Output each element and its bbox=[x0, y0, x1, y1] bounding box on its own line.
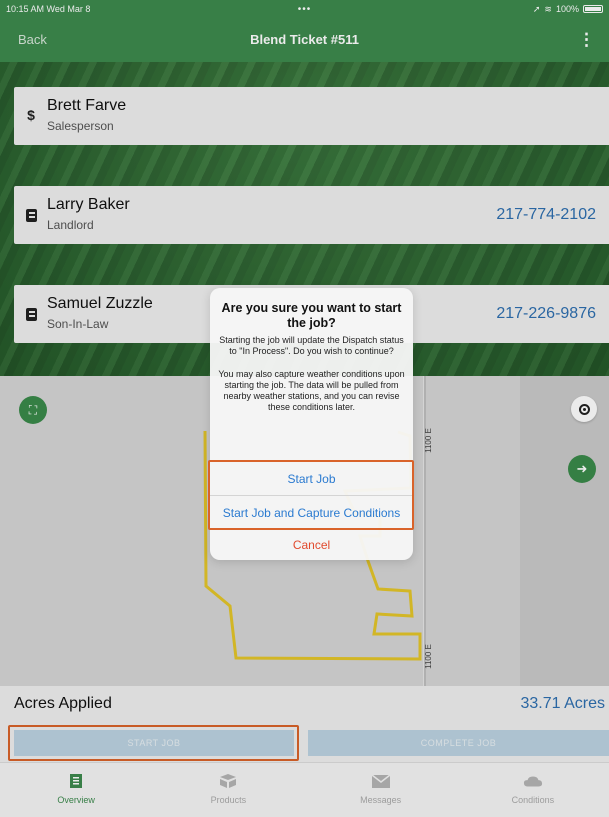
dialog-buttons-highlight bbox=[208, 460, 414, 530]
dialog-message: Starting the job will update the Dispatc… bbox=[218, 335, 405, 413]
dialog-title: Are you sure you want to start the job? bbox=[221, 301, 402, 330]
blend-ticket-screen: 10:15 AM Wed Mar 8 ••• ➚ ≋ 100% Back Ble… bbox=[0, 0, 609, 817]
cancel-button[interactable]: Cancel bbox=[210, 529, 413, 559]
